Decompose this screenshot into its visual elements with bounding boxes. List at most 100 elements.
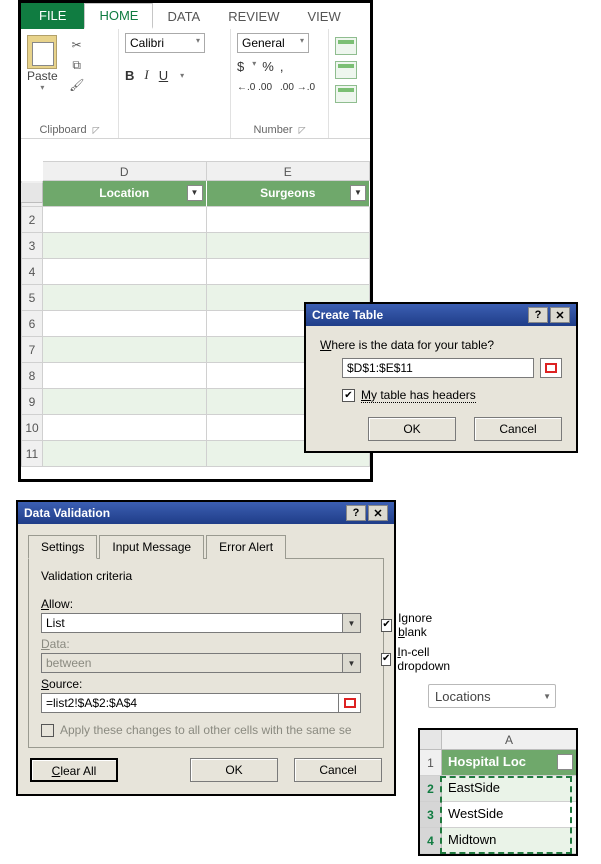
cell[interactable]	[43, 207, 207, 233]
locations-sheet[interactable]: A 1Hospital Loc▼2EastSide3WestSide4Midto…	[418, 728, 578, 856]
cell-styles-button[interactable]	[335, 85, 357, 103]
cell[interactable]	[43, 363, 207, 389]
row-header[interactable]: 3	[21, 233, 43, 259]
cell[interactable]	[43, 337, 207, 363]
decrease-decimal-button[interactable]: .00 →.0	[280, 82, 315, 93]
ok-button[interactable]: OK	[368, 417, 456, 441]
row-header[interactable]: 10	[21, 415, 43, 441]
cell[interactable]	[43, 259, 207, 285]
cell[interactable]: Midtown	[442, 828, 576, 854]
comma-button[interactable]: ,	[280, 59, 284, 74]
in-cell-dropdown-checkbox[interactable]: ✔	[381, 653, 391, 666]
table-header-cell[interactable]: Location ▼	[43, 181, 207, 207]
tab-file[interactable]: FILE	[21, 3, 84, 29]
row-header[interactable]: 9	[21, 389, 43, 415]
paste-icon[interactable]	[27, 35, 57, 69]
cell[interactable]	[43, 441, 207, 467]
close-button[interactable]: ✕	[368, 505, 388, 521]
number-format-combo[interactable]: General▾	[237, 33, 309, 53]
row-header[interactable]: 1	[420, 750, 442, 776]
select-all-corner[interactable]	[21, 183, 43, 203]
font-name-combo[interactable]: Calibri▾	[125, 33, 205, 53]
cell[interactable]: WestSide	[442, 802, 576, 828]
tab-view[interactable]: VIEW	[294, 5, 355, 29]
allow-combo[interactable]: List ▼	[41, 613, 361, 633]
format-painter-icon[interactable]: 🖌	[68, 77, 86, 93]
ribbon-tabs: FILE HOME DATA REVIEW VIEW	[21, 3, 370, 29]
select-all-corner[interactable]	[420, 730, 442, 750]
row-header[interactable]: 5	[21, 285, 43, 311]
cancel-button[interactable]: Cancel	[294, 758, 382, 782]
tab-error-alert[interactable]: Error Alert	[206, 535, 286, 559]
cell[interactable]	[43, 389, 207, 415]
row-header[interactable]: 4	[420, 828, 442, 854]
filter-dropdown-button[interactable]: ▼	[350, 185, 366, 201]
paste-button[interactable]: Paste	[27, 69, 58, 83]
name-box[interactable]: Locations ▼	[428, 684, 556, 708]
data-combo: between ▼	[41, 653, 361, 673]
row-header[interactable]: 6	[21, 311, 43, 337]
ignore-blank-checkbox[interactable]: ✔	[381, 619, 392, 632]
row-header[interactable]: 11	[21, 441, 43, 467]
create-table-titlebar[interactable]: Create Table ? ✕	[306, 304, 576, 326]
format-as-table-button[interactable]	[335, 61, 357, 79]
copy-icon[interactable]: ⧉	[68, 57, 86, 73]
currency-button[interactable]: $	[237, 59, 244, 74]
cell[interactable]	[207, 207, 371, 233]
col-header-a[interactable]: A	[442, 730, 576, 750]
table-range-input[interactable]: $D$1:$E$11	[342, 358, 534, 378]
filter-dropdown-button[interactable]: ▼	[187, 185, 203, 201]
close-button[interactable]: ✕	[550, 307, 570, 323]
cell[interactable]: EastSide	[442, 776, 576, 802]
cancel-button[interactable]: Cancel	[474, 417, 562, 441]
col-header-d[interactable]: D	[43, 161, 207, 181]
cell[interactable]	[207, 259, 371, 285]
ok-button[interactable]: OK	[190, 758, 278, 782]
row-header[interactable]: 7	[21, 337, 43, 363]
filter-dropdown-button[interactable]: ▼	[557, 754, 573, 770]
percent-button[interactable]: %	[262, 59, 274, 74]
table-header-cell[interactable]: Hospital Loc▼	[442, 750, 576, 776]
clear-all-button[interactable]: Clear All	[30, 758, 118, 782]
data-validation-titlebar[interactable]: Data Validation ? ✕	[18, 502, 394, 524]
group-clipboard-label: Clipboard	[39, 124, 86, 136]
bold-button[interactable]: B	[125, 68, 134, 83]
data-validation-title: Data Validation	[24, 506, 110, 520]
help-button[interactable]: ?	[346, 505, 366, 521]
table-header-label: Surgeons	[260, 186, 315, 200]
tab-home[interactable]: HOME	[84, 3, 153, 29]
has-headers-checkbox[interactable]: ✔	[342, 389, 355, 402]
clipboard-launcher-icon[interactable]: ◸	[87, 125, 100, 135]
tab-input-message[interactable]: Input Message	[99, 535, 204, 559]
source-input[interactable]: =list2!$A$2:$A$4	[41, 693, 339, 713]
tab-review[interactable]: REVIEW	[214, 5, 293, 29]
cell[interactable]	[43, 415, 207, 441]
underline-button[interactable]: U	[159, 68, 168, 83]
apply-all-checkbox	[41, 724, 54, 737]
row-header[interactable]: 8	[21, 363, 43, 389]
help-button[interactable]: ?	[528, 307, 548, 323]
number-launcher-icon[interactable]: ◸	[293, 125, 306, 135]
row-header[interactable]: 4	[21, 259, 43, 285]
cut-icon[interactable]: ✂	[68, 37, 86, 53]
cell[interactable]	[43, 233, 207, 259]
tab-data[interactable]: DATA	[153, 5, 214, 29]
group-font: Calibri▾ B I U▾	[119, 29, 231, 138]
cell[interactable]	[43, 285, 207, 311]
table-header-cell[interactable]: Surgeons ▼	[207, 181, 371, 207]
row-header[interactable]: 2	[420, 776, 442, 802]
italic-button[interactable]: I	[144, 67, 148, 83]
apply-all-label: Apply these changes to all other cells w…	[60, 723, 352, 737]
col-header-e[interactable]: E	[207, 161, 371, 181]
table-header-label: Location	[99, 186, 149, 200]
group-number-label: Number	[253, 124, 292, 136]
conditional-formatting-button[interactable]	[335, 37, 357, 55]
row-header[interactable]: 3	[420, 802, 442, 828]
increase-decimal-button[interactable]: ←.0 .00	[237, 82, 272, 93]
range-picker-button[interactable]	[339, 693, 361, 713]
cell[interactable]	[43, 311, 207, 337]
cell[interactable]	[207, 233, 371, 259]
range-picker-button[interactable]	[540, 358, 562, 378]
row-header[interactable]: 2	[21, 207, 43, 233]
tab-settings[interactable]: Settings	[28, 535, 97, 559]
